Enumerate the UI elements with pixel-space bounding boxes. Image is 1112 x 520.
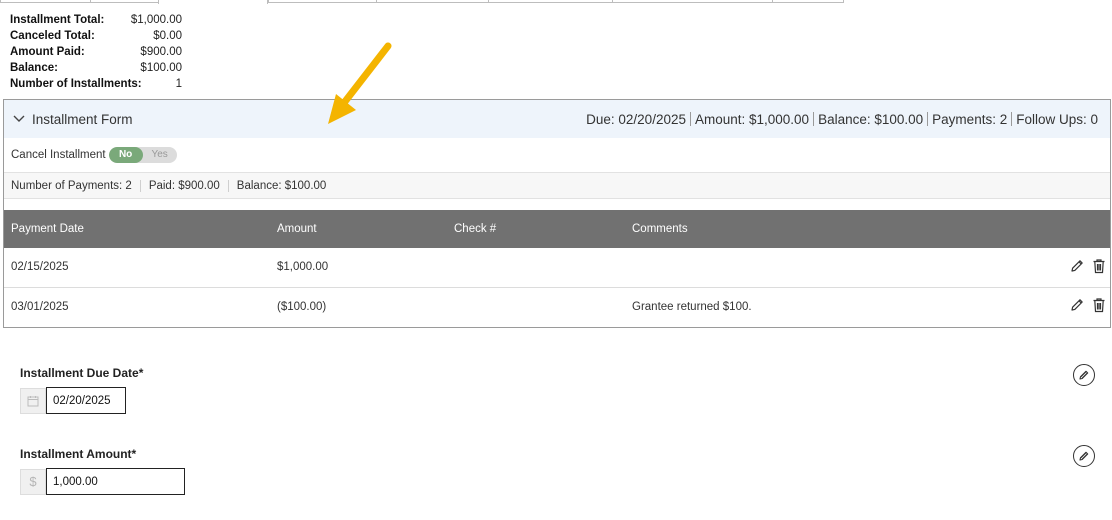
divider <box>927 112 929 126</box>
installment-summary: Due: 02/20/2025 Amount: $1,000.00 Balanc… <box>586 112 1098 127</box>
cell-payment-date: 03/01/2025 <box>11 300 69 313</box>
tab-strip <box>0 0 1112 4</box>
cell-payment-date: 02/15/2025 <box>4 248 270 288</box>
row-actions <box>1050 248 1110 288</box>
column-header-comments[interactable]: Comments <box>625 210 1050 248</box>
cell-amount: $1,000.00 <box>270 248 447 288</box>
column-header-payment-date[interactable]: Payment Date <box>4 210 270 248</box>
payments-table: Payment Date Amount Check # Comments 02/… <box>4 210 1110 326</box>
totals-row: Balance: $100.00 <box>10 62 182 74</box>
tab-active[interactable] <box>158 0 268 4</box>
summary-amount: Amount: $1,000.00 <box>694 111 810 127</box>
totals-summary: Installment Total: $1,000.00 Canceled Tot… <box>10 12 182 92</box>
row-actions <box>1050 287 1110 326</box>
column-header-actions <box>1050 210 1110 248</box>
divider <box>1011 112 1013 126</box>
totals-row: Installment Total: $1,000.00 <box>10 14 182 26</box>
installment-panel: Installment Form Due: 02/20/2025 Amount:… <box>3 99 1111 328</box>
divider <box>813 112 815 126</box>
amount-label: Installment Amount* <box>20 447 137 461</box>
payment-stats-row: Number of Payments: 2 Paid: $900.00 Bala… <box>4 172 1110 199</box>
summary-followups: Follow Ups: 0 <box>1016 111 1098 127</box>
stat-balance: Balance: $100.00 <box>227 179 335 192</box>
due-date-input[interactable] <box>46 387 126 414</box>
due-date-label: Installment Due Date* <box>20 366 144 380</box>
cancel-installment-label: Cancel Installment <box>11 149 106 161</box>
due-date-input-group <box>20 387 143 414</box>
trash-icon[interactable] <box>1092 297 1106 316</box>
totals-row: Number of Installments: 1 <box>10 78 182 90</box>
table-row: 03/01/2025 ($100.00) Grantee returned $1… <box>4 287 1110 326</box>
cell-comments <box>625 248 1050 288</box>
cell-comments: Grantee returned $100. <box>632 300 752 313</box>
calendar-icon[interactable] <box>20 387 46 414</box>
column-header-amount[interactable]: Amount <box>270 210 447 248</box>
trash-icon[interactable] <box>1092 258 1106 277</box>
totals-row: Canceled Total: $0.00 <box>10 30 182 42</box>
column-header-check[interactable]: Check # <box>447 210 625 248</box>
edit-amount-button[interactable] <box>1073 445 1095 467</box>
cell-check <box>447 287 625 326</box>
summary-balance: Balance: $100.00 <box>818 111 924 127</box>
amount-field: Installment Amount* $ <box>20 447 185 495</box>
pencil-icon[interactable] <box>1069 297 1085 316</box>
stat-number-of-payments: Number of Payments: 2 <box>11 179 132 192</box>
amount-input-group: $ <box>20 468 185 495</box>
toggle-yes-option[interactable]: Yes <box>143 147 177 163</box>
cancel-installment-toggle[interactable]: No Yes <box>108 147 177 163</box>
annotation-arrow-icon <box>328 42 392 124</box>
chevron-down-icon[interactable] <box>12 112 26 126</box>
pencil-icon[interactable] <box>1069 258 1085 277</box>
table-header-row: Payment Date Amount Check # Comments <box>4 210 1110 248</box>
cancel-installment-row: Cancel Installment No Yes <box>4 138 1110 172</box>
panel-title: Installment Form <box>32 111 133 127</box>
edit-due-date-button[interactable] <box>1073 364 1095 386</box>
dollar-prefix: $ <box>20 468 46 495</box>
summary-due: Due: 02/20/2025 <box>586 111 686 127</box>
panel-title-group[interactable]: Installment Form <box>12 112 133 127</box>
stat-paid: Paid: $900.00 <box>139 179 228 192</box>
cell-check <box>447 248 625 288</box>
due-date-field: Installment Due Date* <box>20 366 143 414</box>
panel-header[interactable]: Installment Form Due: 02/20/2025 Amount:… <box>4 100 1110 138</box>
amount-input[interactable] <box>46 468 185 495</box>
cell-amount: ($100.00) <box>277 300 327 313</box>
totals-row: Amount Paid: $900.00 <box>10 46 182 58</box>
summary-payments: Payments: 2 <box>932 111 1008 127</box>
toggle-no-option[interactable]: No <box>108 147 143 163</box>
divider <box>689 112 691 126</box>
table-row: 02/15/2025 $1,000.00 <box>4 248 1110 288</box>
